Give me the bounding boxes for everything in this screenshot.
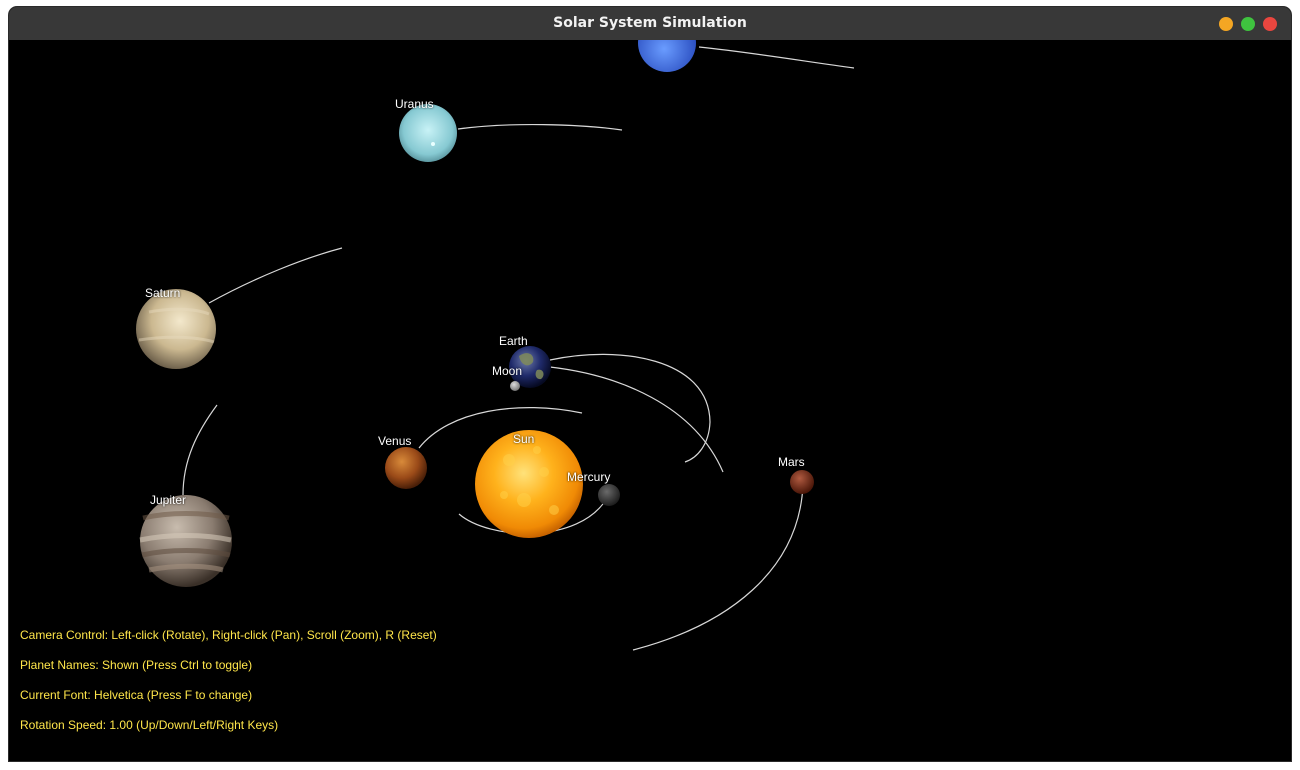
close-button[interactable] xyxy=(1263,17,1277,31)
uranus-orbit xyxy=(457,123,623,131)
sun-body[interactable] xyxy=(475,430,583,538)
jupiter-label: Jupiter xyxy=(150,493,187,507)
uranus-label: Uranus xyxy=(395,97,434,111)
title-bar[interactable]: Solar System Simulation xyxy=(9,7,1291,41)
jupiter-planet[interactable] xyxy=(140,495,232,587)
uranus-highlight xyxy=(431,142,435,146)
venus-planet[interactable] xyxy=(385,447,427,489)
moon-label: Moon xyxy=(492,364,523,378)
sun-label: Sun xyxy=(513,432,535,446)
app-window: Solar System Simulation Uranus Saturn Ea… xyxy=(9,7,1291,761)
maximize-button[interactable] xyxy=(1241,17,1255,31)
hud-current-font: Current Font: Helvetica (Press F to chan… xyxy=(20,688,253,702)
mars-label: Mars xyxy=(778,455,805,469)
earth-orbit-outer xyxy=(549,366,724,473)
scene-canvas[interactable] xyxy=(9,40,1291,761)
mercury-label: Mercury xyxy=(567,470,611,484)
hud-camera-control: Camera Control: Left-click (Rotate), Rig… xyxy=(20,628,437,642)
saturn-planet[interactable] xyxy=(136,289,216,369)
neptune-planet[interactable] xyxy=(638,40,696,72)
earth-label: Earth xyxy=(499,334,528,348)
window-title: Solar System Simulation xyxy=(553,15,747,31)
mars-planet[interactable] xyxy=(790,470,814,494)
saturn-label: Saturn xyxy=(145,286,181,300)
orbit-lines xyxy=(182,46,855,651)
hud-planet-names: Planet Names: Shown (Press Ctrl to toggl… xyxy=(20,658,253,672)
venus-label: Venus xyxy=(378,434,412,448)
moon-body[interactable] xyxy=(510,381,520,391)
mercury-planet[interactable] xyxy=(598,484,620,506)
jupiter-orbit xyxy=(182,404,218,496)
simulation-viewport[interactable]: Uranus Saturn Earth Moon Venus Sun Mercu… xyxy=(9,40,1291,761)
uranus-planet[interactable] xyxy=(399,104,457,162)
neptune-orbit xyxy=(698,46,855,69)
mars-orbit xyxy=(632,484,804,651)
saturn-orbit xyxy=(208,247,343,304)
minimize-button[interactable] xyxy=(1219,17,1233,31)
hud-rotation-speed: Rotation Speed: 1.00 (Up/Down/Left/Right… xyxy=(20,718,279,732)
